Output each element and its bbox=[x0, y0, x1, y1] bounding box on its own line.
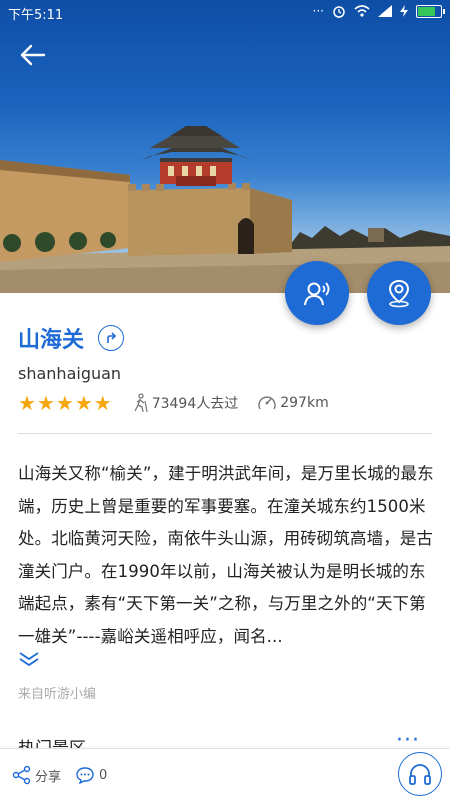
distance-icon bbox=[258, 396, 276, 410]
share-button[interactable]: 分享 bbox=[12, 765, 61, 785]
page-title: 山海关 bbox=[18, 328, 85, 353]
distance-meta: 297km bbox=[256, 393, 329, 413]
headphones-icon bbox=[409, 764, 431, 785]
comment-button[interactable]: 0 bbox=[75, 765, 107, 785]
status-bar: 下午5:11 ··· bbox=[0, 0, 450, 24]
star-rating: ★ ★ ★ ★ ★ bbox=[18, 393, 112, 413]
visitors-meta: 73494人去过 bbox=[130, 393, 239, 413]
share-label: 分享 bbox=[35, 769, 62, 785]
status-time: 下午5:11 bbox=[8, 8, 64, 23]
signal-icon bbox=[378, 5, 392, 17]
comment-count: 0 bbox=[99, 767, 108, 783]
divider bbox=[18, 433, 432, 434]
title-row: 山海关 bbox=[18, 322, 125, 354]
distance-value: 297km bbox=[280, 395, 329, 411]
great-wall-photo bbox=[0, 126, 450, 293]
voice-guide-button[interactable] bbox=[285, 261, 349, 325]
turn-right-icon bbox=[107, 332, 117, 343]
star-icon: ★ bbox=[18, 391, 36, 415]
hiker-icon bbox=[134, 393, 148, 413]
hero-image bbox=[0, 0, 450, 293]
charging-icon bbox=[400, 5, 408, 17]
notification-dots-icon: ··· bbox=[312, 4, 324, 18]
map-pin-icon bbox=[388, 279, 410, 308]
source-note: 来自听游小编 bbox=[18, 687, 97, 702]
rating-row: ★ ★ ★ ★ ★ 73494人去过 297km bbox=[18, 393, 329, 413]
star-icon: ★ bbox=[36, 391, 55, 415]
pinyin-name: shanhaiguan bbox=[18, 364, 122, 383]
map-location-button[interactable] bbox=[367, 261, 431, 325]
audio-guide-button[interactable] bbox=[398, 752, 442, 796]
star-icon: ★ bbox=[74, 391, 93, 415]
alarm-icon bbox=[333, 6, 345, 18]
description-text: 山海关又称“榆关”，建于明洪武年间，是万里长城的最东端，历史上曾是重要的军事要塞… bbox=[18, 464, 434, 646]
star-icon: ★ bbox=[55, 391, 74, 415]
wifi-icon bbox=[354, 5, 370, 17]
share-icon bbox=[12, 765, 31, 785]
arrow-left-icon bbox=[20, 44, 46, 66]
expand-button[interactable] bbox=[18, 650, 40, 672]
more-icon[interactable]: ··· bbox=[396, 730, 420, 752]
back-button[interactable] bbox=[18, 42, 48, 68]
person-voice-icon bbox=[304, 282, 330, 306]
bottom-bar: 分享 0 bbox=[0, 748, 450, 801]
battery-icon bbox=[416, 4, 445, 18]
star-icon: ★ bbox=[93, 391, 112, 415]
comment-icon bbox=[76, 767, 94, 785]
status-icons: ··· bbox=[312, 4, 445, 18]
chevron-double-down-icon bbox=[19, 652, 39, 667]
visitor-count: 73494人去过 bbox=[151, 396, 239, 412]
navigate-button[interactable] bbox=[98, 325, 125, 351]
